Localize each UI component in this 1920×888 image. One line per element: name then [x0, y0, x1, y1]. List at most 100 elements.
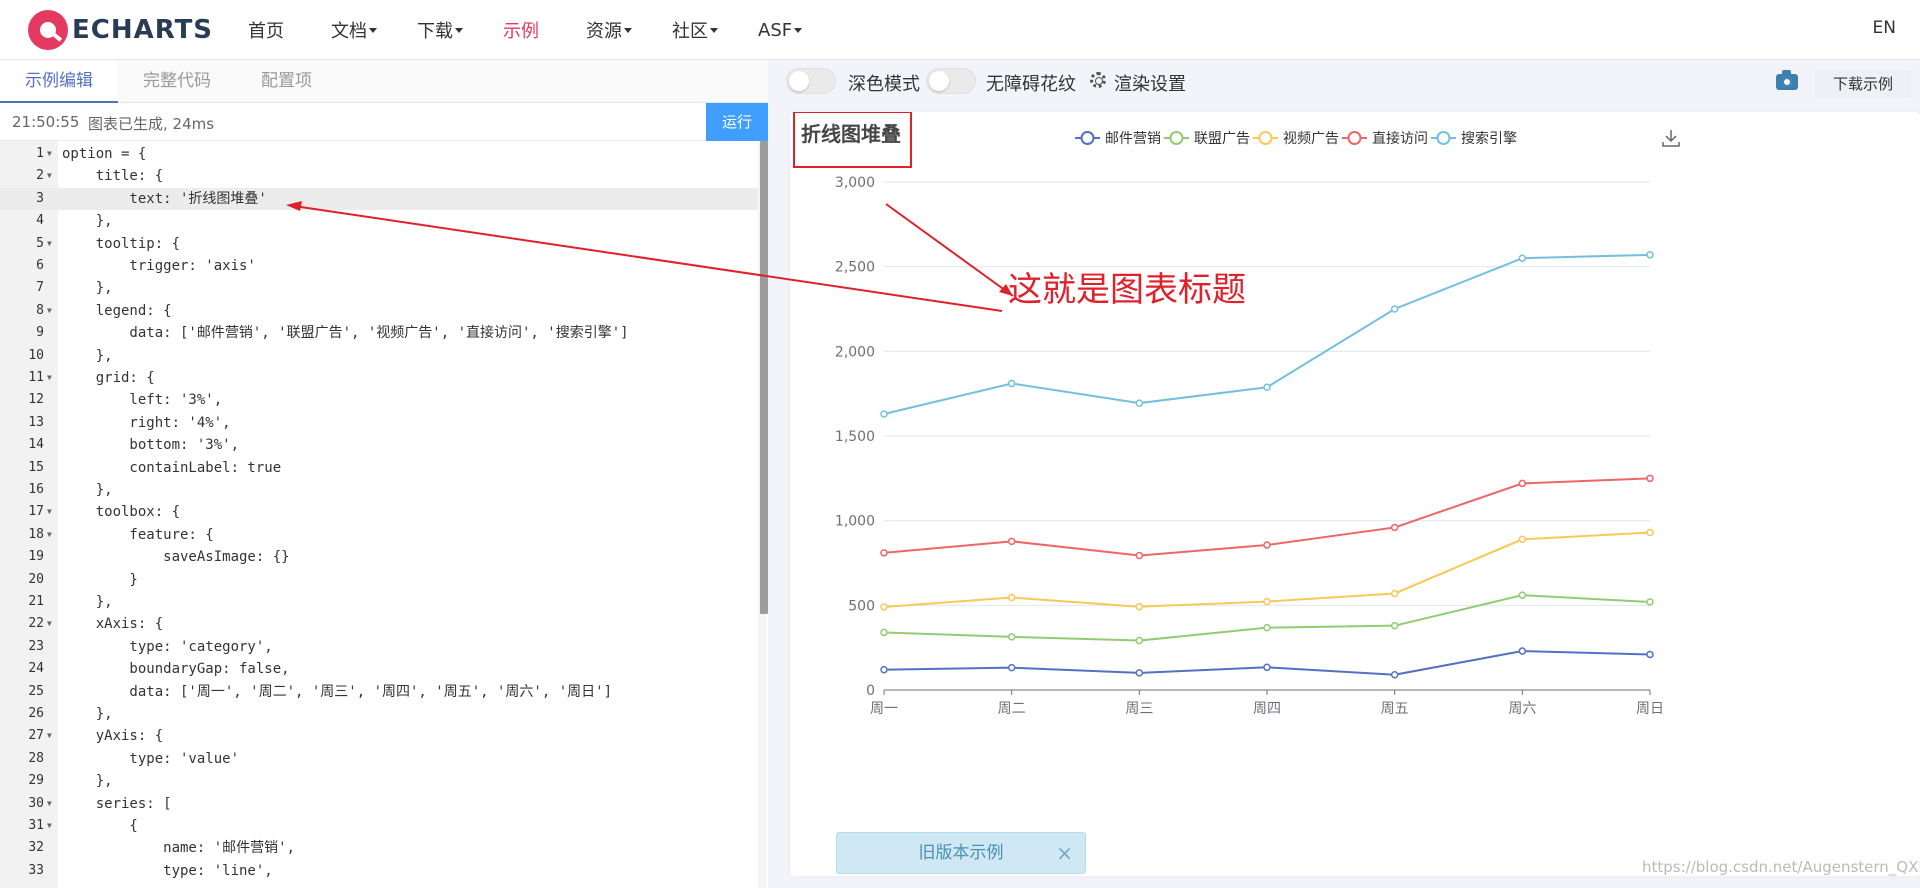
data-point[interactable] — [1135, 636, 1144, 645]
legend-item[interactable]: 搜索引擎 — [1431, 130, 1517, 147]
camera-icon[interactable] — [1776, 70, 1798, 90]
old-version-banner[interactable]: 旧版本示例 × — [836, 832, 1086, 874]
code-scrollbar-thumb[interactable] — [760, 141, 768, 614]
gear-icon[interactable] — [1090, 72, 1106, 88]
fold-arrow-icon[interactable]: ▼ — [47, 300, 55, 322]
code-line[interactable]: 29 }, — [0, 770, 758, 792]
render-settings-button[interactable]: 渲染设置 — [1114, 70, 1186, 96]
code-line[interactable]: 10 }, — [0, 345, 758, 367]
data-point[interactable] — [1390, 621, 1399, 630]
data-point[interactable] — [1135, 669, 1144, 677]
code-line[interactable]: 19 saveAsImage: {} — [0, 546, 758, 568]
code-line[interactable]: 15 containLabel: true — [0, 457, 758, 479]
data-point[interactable] — [1135, 399, 1144, 407]
data-point[interactable] — [1646, 474, 1654, 483]
data-point[interactable] — [1007, 537, 1016, 546]
fold-arrow-icon[interactable]: ▼ — [47, 524, 55, 546]
code-line[interactable]: 21 }, — [0, 591, 758, 613]
code-line[interactable]: 25 data: ['周一', '周二', '周三', '周四', '周五', … — [0, 681, 758, 703]
fold-arrow-icon[interactable]: ▼ — [47, 165, 55, 187]
editor-tab-2[interactable]: 配置项 — [236, 60, 337, 103]
code-line[interactable]: 17 ▼ toolbox: { — [0, 501, 758, 523]
data-point[interactable] — [1263, 383, 1271, 391]
code-line[interactable]: 31 ▼ { — [0, 815, 758, 837]
nav-item-5[interactable]: 社区 — [672, 17, 708, 43]
code-line[interactable]: 3 text: '折线图堆叠' — [0, 187, 758, 211]
run-button[interactable]: 运行 — [706, 103, 768, 141]
code-line[interactable]: 28 type: 'value' — [0, 748, 758, 770]
fold-arrow-icon[interactable]: ▼ — [47, 793, 55, 815]
dark-mode-toggle[interactable] — [786, 68, 836, 94]
data-point[interactable] — [1263, 663, 1271, 672]
legend-item[interactable]: 邮件营销 — [1075, 131, 1161, 147]
language-switch[interactable]: EN — [1873, 18, 1896, 38]
fold-arrow-icon[interactable]: ▼ — [47, 815, 55, 837]
code-line[interactable]: 2 ▼ title: { — [0, 165, 758, 187]
data-point[interactable] — [880, 628, 888, 637]
save-as-image-icon[interactable] — [1662, 130, 1680, 147]
code-line[interactable]: 14 bottom: '3%', — [0, 434, 758, 456]
editor-tab-1[interactable]: 完整代码 — [118, 60, 236, 103]
code-line[interactable]: 1 ▼ option = { — [0, 143, 758, 165]
code-line[interactable]: 27 ▼ yAxis: { — [0, 725, 758, 747]
nav-item-0[interactable]: 首页 — [248, 17, 284, 43]
chart-legend[interactable]: 邮件营销 联盟广告 视频广告 直接访问 搜索引擎 — [1075, 130, 1517, 147]
data-point[interactable] — [1518, 591, 1527, 599]
data-point[interactable] — [880, 603, 888, 611]
code-line[interactable]: 9 data: ['邮件营销', '联盟广告', '视频广告', '直接访问',… — [0, 322, 758, 344]
data-point[interactable] — [880, 410, 888, 418]
nav-item-3[interactable]: 示例 — [503, 17, 539, 43]
code-line[interactable]: 24 boundaryGap: false, — [0, 658, 758, 680]
code-line[interactable]: 16 }, — [0, 479, 758, 501]
code-line[interactable]: 12 left: '3%', — [0, 389, 758, 411]
code-editor[interactable]: 1 ▼ option = {2 ▼ title: {3 text: '折线图堆叠' 4 … — [0, 141, 768, 888]
data-point[interactable] — [880, 549, 888, 557]
data-point[interactable] — [1390, 523, 1399, 532]
fold-arrow-icon[interactable]: ▼ — [47, 501, 55, 523]
download-example-button[interactable]: 下载示例 — [1815, 70, 1911, 98]
code-line[interactable]: 5 ▼ tooltip: { — [0, 233, 758, 255]
legend-item[interactable]: 视频广告 — [1253, 131, 1339, 147]
fold-arrow-icon[interactable]: ▼ — [47, 143, 55, 165]
data-point[interactable] — [1646, 251, 1654, 259]
data-point[interactable] — [1007, 379, 1016, 388]
data-point[interactable] — [1007, 663, 1016, 672]
data-point[interactable] — [1646, 598, 1654, 606]
code-line[interactable]: 26 }, — [0, 703, 758, 725]
code-line[interactable]: 22 ▼ xAxis: { — [0, 613, 758, 635]
code-line[interactable]: 11 ▼ grid: { — [0, 367, 758, 389]
code-line[interactable]: 20 } — [0, 569, 758, 591]
data-point[interactable] — [1646, 528, 1654, 537]
code-line[interactable]: 13 right: '4%', — [0, 412, 758, 434]
code-line[interactable]: 18 ▼ feature: { — [0, 524, 758, 546]
nav-item-6[interactable]: ASF — [758, 20, 792, 41]
data-point[interactable] — [1518, 535, 1527, 544]
code-line[interactable]: 8 ▼ legend: { — [0, 300, 758, 322]
data-point[interactable] — [1646, 650, 1654, 659]
close-icon[interactable]: × — [1056, 833, 1073, 873]
editor-tab-0[interactable]: 示例编辑 — [0, 60, 118, 103]
code-line[interactable]: 23 type: 'category', — [0, 636, 758, 658]
aria-pattern-toggle[interactable] — [926, 68, 976, 94]
data-point[interactable] — [1135, 602, 1144, 611]
data-point[interactable] — [1007, 633, 1016, 641]
code-line[interactable]: 32 name: '邮件营销', — [0, 837, 758, 859]
fold-arrow-icon[interactable]: ▼ — [47, 613, 55, 635]
data-point[interactable] — [1390, 305, 1399, 313]
code-line[interactable]: 6 trigger: 'axis' — [0, 255, 758, 277]
data-point[interactable] — [1007, 593, 1016, 602]
legend-item[interactable]: 联盟广告 — [1164, 131, 1250, 147]
echarts-logo[interactable]: ECHARTS — [28, 8, 213, 52]
data-point[interactable] — [1390, 671, 1399, 679]
code-line[interactable]: 7 }, — [0, 277, 758, 299]
series-line-0[interactable] — [883, 650, 1651, 676]
nav-item-2[interactable]: 下载 — [417, 17, 453, 43]
data-point[interactable] — [1135, 551, 1144, 560]
data-point[interactable] — [1263, 597, 1271, 606]
code-line[interactable]: 30 ▼ series: [ — [0, 793, 758, 815]
data-point[interactable] — [1263, 541, 1271, 549]
data-point[interactable] — [1263, 623, 1271, 632]
legend-item[interactable]: 直接访问 — [1342, 130, 1428, 147]
data-point[interactable] — [1518, 254, 1527, 262]
fold-arrow-icon[interactable]: ▼ — [47, 725, 55, 747]
